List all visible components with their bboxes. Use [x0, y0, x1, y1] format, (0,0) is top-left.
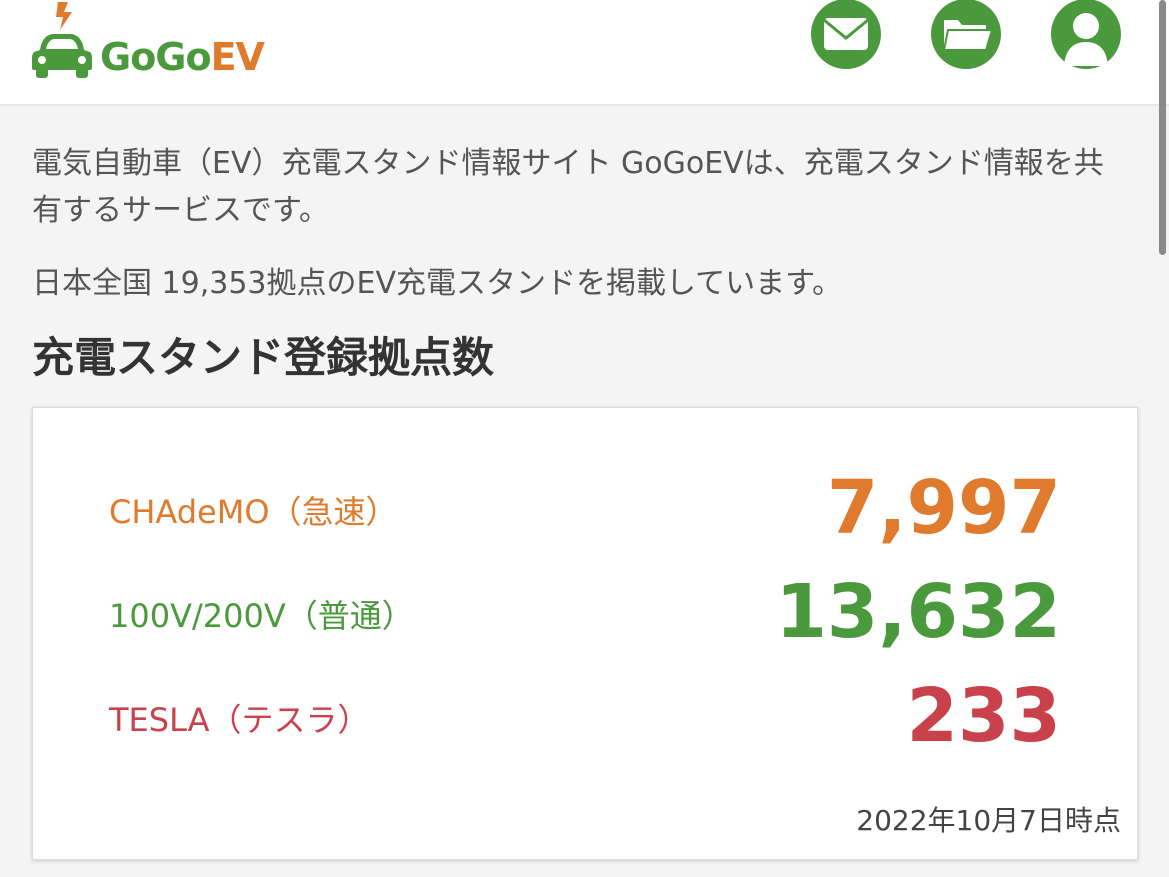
stat-row-normal: 100V/200V（普通） 13,632 [33, 566, 1139, 666]
stat-row-chademo: CHAdeMO（急速） 7,997 [33, 462, 1139, 562]
section-title: 充電スタンド登録拠点数 [32, 333, 495, 382]
stat-value-chademo: 7,997 [826, 465, 1061, 551]
stat-value-normal: 13,632 [775, 569, 1061, 655]
logo-text-gogo: GoGo [100, 35, 212, 79]
stat-row-tesla: TESLA（テスラ） 233 [33, 670, 1139, 770]
stat-value-tesla: 233 [906, 673, 1061, 759]
user-icon[interactable] [1050, 0, 1122, 70]
site-header: GoGoEV [0, 0, 1169, 106]
mail-icon[interactable] [810, 0, 882, 70]
car-lightning-icon [32, 2, 92, 78]
stat-label-tesla: TESLA（テスラ） [109, 701, 370, 739]
stat-label-normal: 100V/200V（普通） [109, 597, 414, 635]
station-count-text: 日本全国 19,353拠点のEV充電スタンドを掲載しています。 [32, 266, 843, 301]
site-description: 電気自動車（EV）充電スタンド情報サイト GoGoEVは、充電スタンド情報を共有… [32, 146, 1104, 228]
as-of-date: 2022年10月7日時点 [856, 804, 1121, 837]
page-scrollbar[interactable] [1159, 0, 1166, 255]
site-logo[interactable]: GoGoEV [28, 0, 265, 80]
stats-card: CHAdeMO（急速） 7,997 100V/200V（普通） 13,632 T… [32, 407, 1138, 860]
folder-icon[interactable] [930, 0, 1002, 70]
stat-label-chademo: CHAdeMO（急速） [109, 493, 398, 531]
logo-text: GoGoEV [100, 35, 265, 79]
logo-text-ev: EV [210, 35, 265, 79]
